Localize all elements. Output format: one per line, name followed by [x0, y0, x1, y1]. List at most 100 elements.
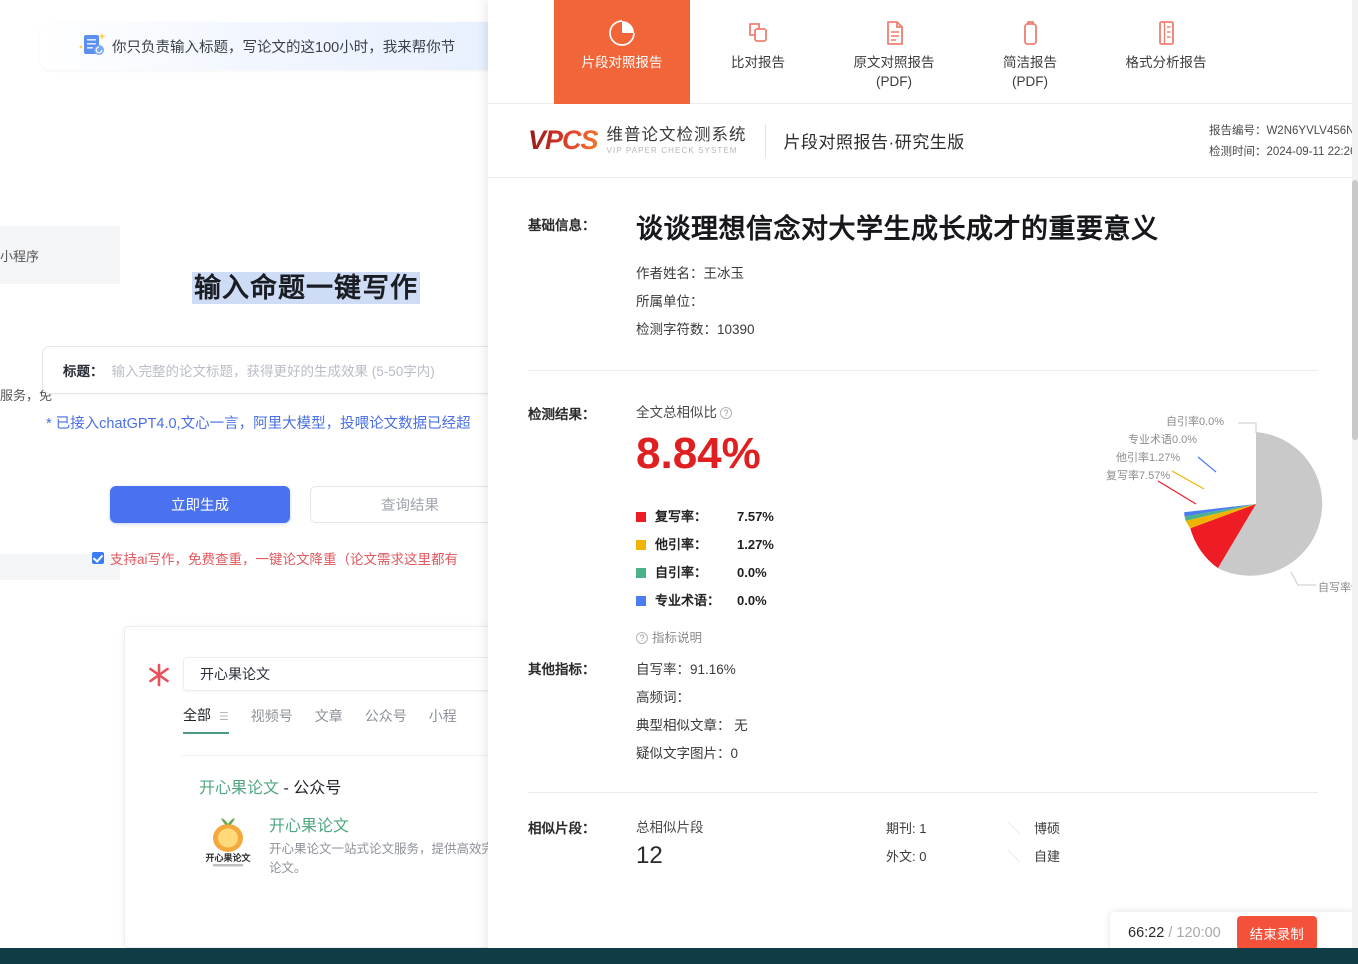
indicator-description-link[interactable]: ? 指标说明 — [636, 627, 1318, 646]
filter-icon[interactable]: ☰ — [219, 710, 229, 723]
ai-writing-checkbox-row[interactable]: 支持ai写作，免费查重，一键论文降重（论文需求这里都有 — [92, 548, 458, 568]
ai-writing-checkbox[interactable] — [92, 552, 104, 564]
author-value: 王冰玉 — [703, 266, 745, 281]
tab-comparison-report-label: 比对报告 — [731, 55, 785, 70]
paper-title-input[interactable]: 标题： 输入完整的论文标题，获得更好的生成效果 (5-50字内) — [42, 346, 490, 394]
paper-title-input-label: 标题： — [63, 364, 104, 379]
detection-result-label: 检测结果： — [528, 407, 596, 422]
vpcs-logo-text: 维普论文检测系统 VIP PAPER CHECK SYSTEM — [607, 126, 747, 156]
legend-swatch-self-citation-rate — [636, 568, 646, 578]
pie-label-self-citation: 自引率0.0% — [1166, 416, 1225, 428]
tab-fragment-comparison-report[interactable]: 片段对照报告 — [554, 0, 690, 104]
self-write-rate-label: 自写率： — [636, 662, 690, 677]
header-divider — [764, 123, 766, 158]
fragments-column-thesis-selfbuilt: 博硕 自建 — [1034, 815, 1142, 871]
pie-leader-copy-rate — [1157, 480, 1197, 505]
legend-label-copy-rate: 复写率： — [655, 509, 708, 524]
page-title: 谈谈理想信念对大学生成长成才的重要意义 — [636, 214, 1159, 244]
tab-format-analysis-report[interactable]: 格式分析报告 — [1098, 0, 1234, 103]
wechat-tab-miniprograms[interactable]: 小程 — [429, 706, 457, 733]
pie-chart-icon — [607, 13, 637, 53]
author-line: 作者姓名：王冰玉 — [636, 260, 1318, 288]
wechat-search-input[interactable]: 开心果论文 — [183, 657, 490, 691]
selfbuilt-line: 自建 — [1034, 843, 1142, 871]
background-model-note: * 已接入chatGPT4.0,文心一言，阿里大模型，投喂论文数据已经超 — [46, 416, 471, 432]
self-write-rate-value: 91.16% — [690, 662, 736, 677]
list-document-icon — [1151, 13, 1181, 53]
tab-comparison-report[interactable]: 比对报告 — [690, 0, 826, 103]
suspected-text-images-line: 疑似文字图片：0 — [636, 740, 1318, 768]
typical-similar-articles-value: 无 — [734, 718, 748, 733]
tab-concise-report-pdf[interactable]: 简洁报告 (PDF) — [962, 0, 1098, 103]
legend-swatch-copy-rate — [636, 512, 646, 522]
high-frequency-words-line: 高频词： — [636, 684, 1318, 712]
wechat-tab-all-label: 全部 — [183, 707, 211, 723]
detect-time-value: 2024-09-11 22:26:5 — [1266, 146, 1358, 158]
avatar: 开心果论文 — [201, 816, 255, 870]
vpcs-logo-en: VIP PAPER CHECK SYSTEM — [606, 145, 738, 155]
pie-leader-self-citation — [1238, 422, 1257, 433]
paper-title-input-placeholder: 输入完整的论文标题，获得更好的生成效果 (5-50字内) — [111, 364, 435, 379]
svg-text:开心果论文: 开心果论文 — [205, 852, 251, 863]
vpcs-logo: VPCS — [528, 125, 599, 155]
scrollbar-track[interactable] — [1352, 0, 1358, 964]
tab-fragment-comparison-report-label: 片段对照报告 — [581, 55, 663, 70]
wechat-tab-all[interactable]: 全部 ☰ — [183, 705, 229, 734]
char-count-line: 检测字符数：10390 — [636, 316, 1318, 344]
background-side-crumb-1: 小程序 — [0, 249, 40, 264]
tab-bar-left-spacer — [488, 0, 554, 103]
wechat-result-brand: 开心果论文 — [199, 780, 280, 797]
report-number-label: 报告编号： — [1208, 125, 1267, 137]
recording-separator: / — [1164, 925, 1177, 941]
suspected-text-images-value: 0 — [730, 746, 739, 761]
indicator-description-text: 指标说明 — [652, 631, 703, 645]
wechat-search-card: 开心果论文 全部 ☰ 视频号 文章 公众号 小程 开心果论文 - 公众号 开心果… — [124, 626, 490, 948]
total-similarity-label-text: 全文总相似比 — [636, 405, 717, 420]
total-fragments-label: 总相似片段 — [636, 820, 704, 835]
legend-value-self-citation-rate: 0.0% — [737, 565, 767, 580]
legend-swatch-other-citation-rate — [636, 540, 646, 550]
legend-label-self-citation-rate: 自引率： — [655, 565, 708, 580]
wechat-tab-official-accounts[interactable]: 公众号 — [365, 706, 407, 733]
detect-time-line: 检测时间：2024-09-11 22:26:5 — [1209, 142, 1358, 163]
background-headline-text: 输入命题一键写作 — [192, 272, 420, 304]
promo-banner[interactable]: 你只负责输入标题，写论文的这100小时，我来帮你节 — [40, 22, 490, 70]
wechat-search-result: 开心果论文 - 公众号 开心果论文 开心果论文 开心果论文一站式论文服务，提供高… — [181, 755, 490, 945]
pie-slice-self-write — [1217, 432, 1323, 576]
foreign-line: 外文: 0 — [886, 843, 994, 871]
typical-similar-articles-label: 典型相似文章： — [636, 718, 731, 733]
wechat-tab-articles[interactable]: 文章 — [315, 706, 343, 733]
query-result-button[interactable]: 查询结果 — [310, 486, 490, 523]
wechat-account-description: 开心果论文一站式论文服务，提供高效完成论文。 — [269, 842, 490, 875]
wechat-search-tabs: 全部 ☰ 视频号 文章 公众号 小程 — [183, 705, 457, 734]
wechat-result-suffix: - 公众号 — [279, 780, 342, 797]
journal-value: 1 — [919, 821, 927, 836]
pie-leader-terminology — [1197, 456, 1217, 473]
stop-recording-button[interactable]: 结束录制 — [1236, 916, 1317, 950]
generate-button[interactable]: 立即生成 — [110, 486, 290, 523]
tab-original-comparison-report-pdf-label: 原文对照报告 (PDF) — [853, 55, 935, 89]
legend-value-copy-rate: 7.57% — [737, 509, 774, 524]
thesis-label: 博硕 — [1034, 821, 1061, 836]
report-number-line: 报告编号：W2N6YVLV456N — [1209, 121, 1358, 142]
basic-info-label: 基础信息： — [528, 218, 596, 233]
wechat-tab-channels[interactable]: 视频号 — [251, 706, 293, 733]
other-indicators-section: 其他指标： 自写率：91.16% 高频词： 典型相似文章： 无 疑似文字图片：0 — [488, 646, 1358, 768]
help-icon-small: ? — [636, 632, 648, 644]
organization-label: 所属单位： — [636, 294, 704, 309]
pie-label-copy-rate: 复写率7.57% — [1106, 470, 1171, 482]
fragments-column-journal-foreign: 期刊: 1 外文: 0 — [886, 815, 994, 871]
detect-time-label: 检测时间： — [1208, 146, 1267, 158]
similarity-pie-chart: 自引率0.0% 专业术语0.0% 他引率1.27% 复写率7.57% 自写率91… — [1106, 409, 1358, 614]
background-left-strip — [0, 0, 122, 948]
wechat-search-value: 开心果论文 — [200, 666, 270, 682]
wechat-account-name[interactable]: 开心果论文 — [269, 812, 349, 836]
thesis-line: 博硕 — [1034, 815, 1142, 843]
report-meta: 报告编号：W2N6YVLV456N 检测时间：2024-09-11 22:26:… — [1209, 121, 1358, 163]
document-lines-icon — [879, 13, 909, 53]
scrollbar-thumb[interactable] — [1352, 180, 1358, 440]
help-icon[interactable]: ? — [720, 407, 732, 419]
tab-original-comparison-report-pdf[interactable]: 原文对照报告 (PDF) — [826, 0, 962, 103]
self-write-rate-line: 自写率：91.16% — [636, 656, 1318, 684]
journal-line: 期刊: 1 — [886, 815, 994, 843]
